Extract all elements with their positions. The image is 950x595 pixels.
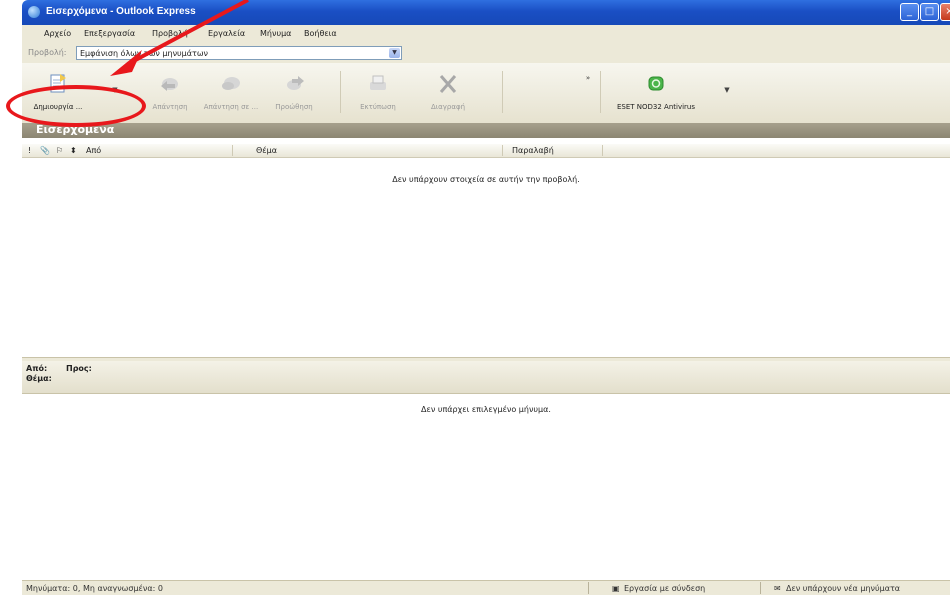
watch-column-icon[interactable]: ⬍ xyxy=(70,146,77,155)
menu-tools[interactable]: Εργαλεία xyxy=(208,29,245,38)
menu-message[interactable]: Μήνυμα xyxy=(260,29,291,38)
delete-icon xyxy=(439,75,457,93)
view-select[interactable]: Εμφάνιση όλων των μηνυμάτων ▼ xyxy=(76,46,402,60)
toolbar-separator xyxy=(502,71,503,113)
no-message-selected: Δεν υπάρχει επιλεγμένο μήνυμα. xyxy=(421,405,551,414)
status-divider xyxy=(588,582,589,594)
message-count: Μηνύματα: 0, Μη αναγνωσμένα: 0 xyxy=(26,584,163,593)
folder-bar: Εισερχόμενα xyxy=(22,123,950,138)
menu-help[interactable]: Βοήθεια xyxy=(304,29,337,38)
flag-column-icon[interactable]: ⚐ xyxy=(56,146,63,155)
menu-file[interactable]: Αρχείο xyxy=(44,29,71,38)
subject-column-header[interactable]: Θέμα xyxy=(256,146,277,155)
forward-icon xyxy=(287,76,304,90)
chevron-down-icon[interactable]: ▼ xyxy=(389,48,400,58)
annotation-ellipse xyxy=(6,85,146,127)
close-button[interactable]: × xyxy=(940,3,950,21)
received-column-header[interactable]: Παραλαβή xyxy=(512,146,554,155)
preview-to-label: Προς: xyxy=(66,364,92,373)
reply-all-label: Απάντηση σε ... xyxy=(203,103,259,111)
status-divider xyxy=(760,582,761,594)
eset-nod32-label: ESET NOD32 Antivirus xyxy=(616,103,696,111)
eset-icon xyxy=(648,76,664,91)
toolbar: Δημιουργία ... ▼ Απάντηση Απάντηση σε ..… xyxy=(22,63,950,124)
new-mail-status-icon: ✉ xyxy=(774,584,781,593)
forward-label: Προώθηση xyxy=(275,103,313,111)
column-divider[interactable] xyxy=(602,145,603,156)
reply-all-button[interactable]: Απάντηση σε ... xyxy=(194,73,268,111)
menu-view[interactable]: Προβολή xyxy=(152,29,188,38)
column-header: ! 📎 ⚐ ⬍ Από Θέμα Παραλαβή xyxy=(22,144,950,158)
online-status: Εργασία με σύνδεση xyxy=(624,584,706,593)
status-bar: Μηνύματα: 0, Μη αναγνωσμένα: 0 ▣ Εργασία… xyxy=(22,580,950,595)
outlook-express-icon xyxy=(28,6,40,18)
left-edge xyxy=(0,0,22,594)
menu-edit[interactable]: Επεξεργασία xyxy=(84,29,135,38)
view-select-value: Εμφάνιση όλων των μηνυμάτων xyxy=(80,49,209,58)
reply-button[interactable]: Απάντηση xyxy=(144,73,196,111)
eset-dropdown[interactable]: ▼ xyxy=(722,85,732,94)
empty-list-message: Δεν υπάρχουν στοιχεία σε αυτήν την προβο… xyxy=(392,175,580,184)
reply-icon xyxy=(161,78,178,91)
chevron-down-icon: ▼ xyxy=(724,86,730,94)
print-button[interactable]: Εκτύπωση xyxy=(352,73,404,111)
chevron-right-icon: » xyxy=(585,74,591,82)
print-label: Εκτύπωση xyxy=(360,103,396,111)
toolbar-overflow[interactable]: » xyxy=(582,73,594,82)
column-divider[interactable] xyxy=(232,145,233,156)
preview-subject-label: Θέμα: xyxy=(26,374,52,383)
reply-label: Απάντηση xyxy=(152,103,188,111)
forward-button[interactable]: Προώθηση xyxy=(268,73,320,111)
maximize-button[interactable]: □ xyxy=(920,3,939,21)
window-title: Εισερχόμενα - Outlook Express xyxy=(46,6,196,17)
online-status-icon: ▣ xyxy=(612,584,620,593)
view-label: Προβολή: xyxy=(28,48,67,57)
print-icon xyxy=(370,75,386,90)
new-mail-status: Δεν υπάρχουν νέα μηνύματα xyxy=(786,584,901,593)
attachment-column-icon[interactable]: 📎 xyxy=(40,146,50,155)
delete-label: Διαγραφή xyxy=(430,103,466,111)
title-bar: Εισερχόμενα - Outlook Express _ □ × xyxy=(22,0,950,25)
column-divider[interactable] xyxy=(502,145,503,156)
message-list[interactable]: Δεν υπάρχουν στοιχεία σε αυτήν την προβο… xyxy=(22,158,950,357)
delete-button[interactable]: Διαγραφή xyxy=(422,73,474,111)
reply-all-icon xyxy=(222,77,240,90)
preview-header: Από: Προς: Θέμα: xyxy=(22,361,950,394)
toolbar-separator xyxy=(340,71,341,113)
minimize-button[interactable]: _ xyxy=(900,3,919,21)
view-bar: Προβολή: Εμφάνιση όλων των μηνυμάτων ▼ xyxy=(22,43,950,63)
preview-from-label: Από: xyxy=(26,364,48,373)
from-column-header[interactable]: Από xyxy=(86,146,101,155)
toolbar-separator xyxy=(600,71,601,113)
menu-bar: Αρχείο Επεξεργασία Προβολή Εργαλεία Μήνυ… xyxy=(22,25,950,43)
priority-column-icon[interactable]: ! xyxy=(28,146,31,155)
preview-pane[interactable]: Δεν υπάρχει επιλεγμένο μήνυμα. xyxy=(22,394,950,580)
eset-nod32-button[interactable]: ESET NOD32 Antivirus xyxy=(608,73,704,111)
